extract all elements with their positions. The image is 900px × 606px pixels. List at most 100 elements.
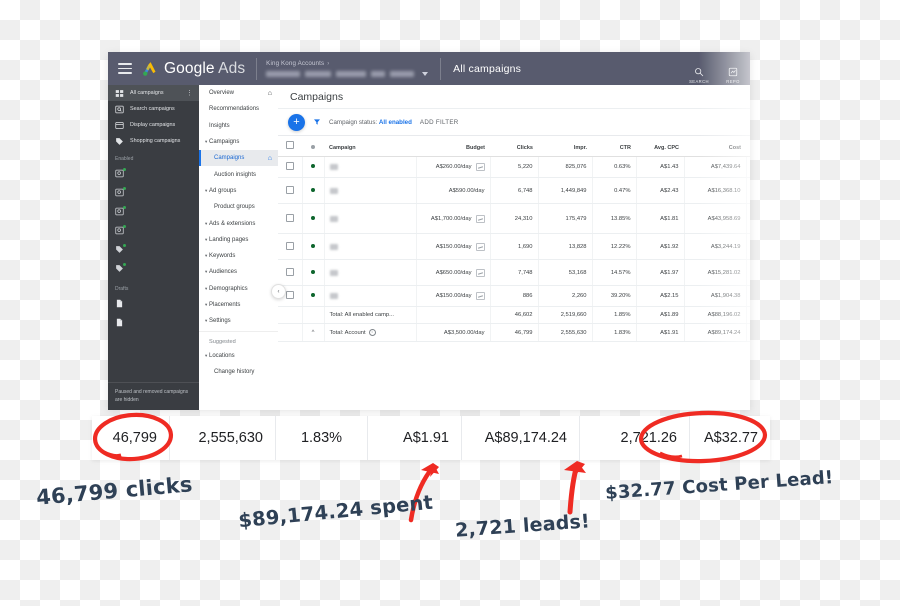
table-row[interactable]: A$1,700.00/day 24,310 175,479 13.85% A$1.81 A… <box>278 203 750 234</box>
sidebar-item-all-campaigns[interactable]: All campaigns ⋮ <box>108 85 199 101</box>
col-campaign[interactable]: Campaign <box>324 135 416 157</box>
col-budget[interactable]: Budget <box>416 135 490 157</box>
row-checkbox[interactable] <box>285 267 294 276</box>
table-row[interactable]: A$150.00/day 886 2,260 39.20% A$2.15 A$1,904.… <box>278 285 750 307</box>
table-row[interactable]: A$150.00/day 1,690 13,828 12.22% A$1.92 A$3,2… <box>278 233 750 260</box>
table-row[interactable]: A$650.00/day 7,748 53,168 14.57% A$1.97 A$15,… <box>278 259 750 286</box>
more-vert-icon[interactable]: ⋮ <box>186 89 193 97</box>
nav-item-demographics[interactable]: ▾ Demographics <box>199 281 278 297</box>
chevron-down-icon[interactable]: ▾ <box>205 318 207 324</box>
nav-item-campaigns[interactable]: Campaigns ⌂ <box>199 150 278 167</box>
row-campaign-name[interactable] <box>324 156 417 178</box>
campaign-status-filter-chip[interactable]: Campaign status: All enabled <box>329 119 412 126</box>
chevron-down-icon[interactable] <box>422 71 429 76</box>
nav-item-ads-extensions[interactable]: ▾ Ads & extensions <box>199 215 278 231</box>
row-checkbox[interactable] <box>285 213 294 222</box>
chevron-down-icon[interactable]: ▾ <box>205 353 207 359</box>
row-budget[interactable]: A$150.00/day <box>416 285 491 307</box>
nav-item-change-history[interactable]: Change history <box>199 364 278 380</box>
row-status[interactable] <box>302 233 325 260</box>
table-row[interactable]: A$260.00/day 5,220 825,076 0.63% A$1.43 A$7,4… <box>278 156 750 178</box>
nav-item-auction-insights[interactable]: Auction insights <box>199 166 278 182</box>
col-ctr[interactable]: CTR <box>592 135 636 157</box>
col-clicks[interactable]: Clicks <box>490 135 538 157</box>
nav-item-overview[interactable]: Overview ⌂ <box>199 85 278 101</box>
add-filter-button[interactable]: ADD FILTER <box>420 119 459 126</box>
hamburger-icon[interactable] <box>118 63 132 74</box>
chevron-down-icon[interactable]: ▾ <box>205 286 207 292</box>
collapse-totals-button[interactable]: ^ <box>302 323 325 343</box>
row-status[interactable] <box>302 203 325 234</box>
row-status[interactable] <box>302 259 325 286</box>
row-budget[interactable]: A$1,700.00/day <box>416 203 491 234</box>
row-budget[interactable]: A$590.00/day <box>416 177 491 204</box>
chevron-down-icon[interactable]: ▾ <box>205 302 207 308</box>
home-icon[interactable]: ⌂ <box>268 90 272 97</box>
nav-item-keywords[interactable]: ▾ Keywords <box>199 248 278 264</box>
list-item[interactable] <box>108 241 199 260</box>
row-status[interactable] <box>302 156 325 178</box>
search-button[interactable]: SEARCH <box>682 67 716 84</box>
col-conversions[interactable]: Conversions <box>746 135 750 157</box>
chevron-left-icon[interactable]: ‹ <box>271 284 286 299</box>
nav-item-product-groups[interactable]: Product groups <box>199 199 278 215</box>
list-item[interactable] <box>108 184 199 203</box>
nav-item-recommendations[interactable]: Recommendations <box>199 101 278 117</box>
row-campaign-name[interactable] <box>324 233 417 260</box>
chevron-down-icon[interactable]: ▾ <box>205 269 207 275</box>
col-impressions[interactable]: Impr. <box>538 135 592 157</box>
col-select-all[interactable] <box>278 135 302 157</box>
home-icon[interactable]: ⌂ <box>268 155 272 162</box>
sidebar-item-search-campaigns[interactable]: Search campaigns <box>108 101 199 117</box>
filter-icon[interactable] <box>313 113 321 131</box>
chevron-down-icon[interactable]: ▾ <box>205 139 207 145</box>
list-item[interactable] <box>108 203 199 222</box>
list-item[interactable] <box>108 314 199 333</box>
add-campaign-button[interactable]: + <box>288 113 305 131</box>
row-select[interactable] <box>278 156 303 178</box>
row-campaign-name[interactable] <box>324 203 417 234</box>
reports-button[interactable]: REPO <box>716 67 750 84</box>
row-checkbox[interactable] <box>285 185 294 194</box>
row-checkbox[interactable] <box>285 291 294 299</box>
list-item[interactable] <box>108 295 199 314</box>
row-budget[interactable]: A$150.00/day <box>416 233 491 260</box>
nav-item-settings[interactable]: ▾ Settings <box>199 313 278 329</box>
chevron-down-icon[interactable]: ▾ <box>205 237 207 243</box>
col-avg-cpc[interactable]: Avg. CPC <box>636 135 684 157</box>
row-select[interactable] <box>278 233 303 260</box>
nav-item-campaigns-group[interactable]: ▾ Campaigns <box>199 134 278 150</box>
nav-item-ad-groups[interactable]: ▾ Ad groups <box>199 183 278 199</box>
sidebar-item-shopping-campaigns[interactable]: Shopping campaigns <box>108 133 199 149</box>
sidebar-item-display-campaigns[interactable]: Display campaigns <box>108 117 199 133</box>
google-ads-logo[interactable]: Google Ads <box>141 60 245 78</box>
nav-item-audiences[interactable]: ▾ Audiences <box>199 264 278 280</box>
nav-item-placements[interactable]: ▾ Placements <box>199 297 278 313</box>
row-select[interactable] <box>278 259 303 286</box>
row-checkbox[interactable] <box>285 162 294 170</box>
row-campaign-name[interactable] <box>324 177 417 204</box>
table-row[interactable]: A$590.00/day 6,748 1,449,849 0.47% A$2.43 A$1… <box>278 177 750 204</box>
row-select[interactable] <box>278 203 303 234</box>
row-checkbox[interactable] <box>285 241 294 250</box>
row-campaign-name[interactable] <box>324 259 417 286</box>
chevron-down-icon[interactable]: ▾ <box>205 221 207 227</box>
select-all-checkbox[interactable] <box>286 141 294 149</box>
row-select[interactable] <box>278 177 303 204</box>
list-item[interactable] <box>108 260 199 279</box>
info-icon[interactable]: i <box>368 329 376 336</box>
row-budget[interactable]: A$650.00/day <box>416 259 491 286</box>
nav-item-insights[interactable]: Insights <box>199 118 278 134</box>
row-budget[interactable]: A$260.00/day <box>416 156 491 178</box>
chevron-down-icon[interactable]: ▾ <box>205 253 207 259</box>
row-campaign-name[interactable] <box>324 285 417 307</box>
col-cost[interactable]: Cost <box>684 135 746 157</box>
nav-item-locations[interactable]: ▾ Locations <box>199 347 278 363</box>
nav-item-landing-pages[interactable]: ▾ Landing pages <box>199 232 278 248</box>
chevron-down-icon[interactable]: ▾ <box>205 188 207 194</box>
account-selector[interactable]: King Kong Accounts › <box>266 60 429 77</box>
row-status[interactable] <box>302 285 325 307</box>
row-status[interactable] <box>302 177 325 204</box>
list-item[interactable] <box>108 222 199 241</box>
list-item[interactable] <box>108 165 199 184</box>
